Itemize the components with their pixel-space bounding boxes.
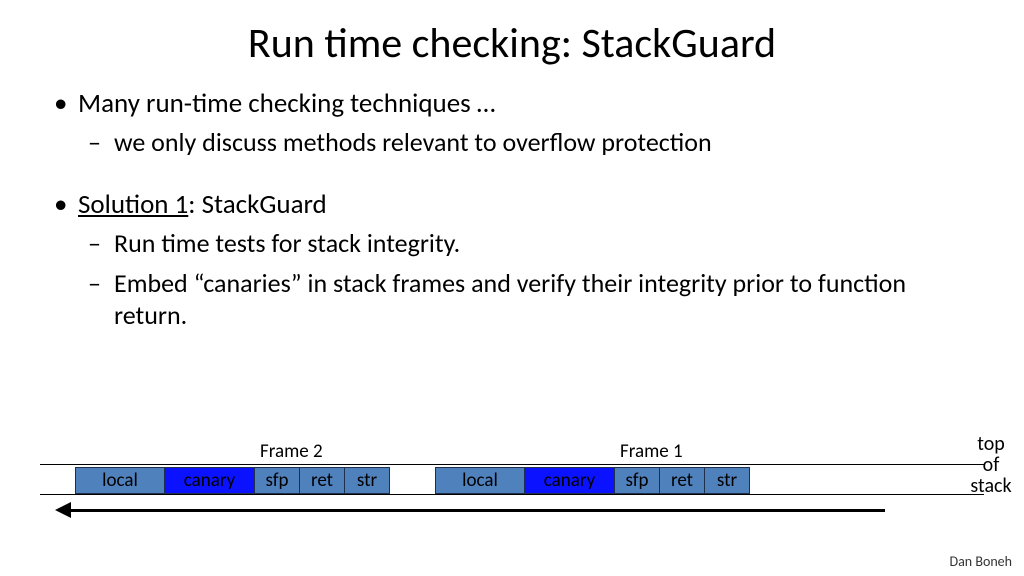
author-credit: Dan Boneh	[949, 553, 1012, 570]
frame2-str: str	[345, 467, 390, 494]
bullet-1: Many run-time checking techniques …	[50, 87, 974, 120]
frame1-ret: ret	[660, 467, 705, 494]
frame2-local: local	[75, 467, 165, 494]
frame2-label: Frame 2	[260, 440, 323, 463]
top-of-stack-label: top of stack	[956, 434, 1024, 497]
frame2-canary: canary	[165, 467, 255, 494]
frame1-label: Frame 1	[620, 440, 683, 463]
bullet-2a: Run time tests for stack integrity.	[88, 227, 974, 259]
frame2-ret: ret	[300, 467, 345, 494]
frame1-sfp: sfp	[615, 467, 660, 494]
frame1-canary: canary	[525, 467, 615, 494]
slide-body: Many run-time checking techniques … we o…	[0, 87, 1024, 331]
frame1-str: str	[705, 467, 750, 494]
stack-rails: local canary sfp ret str local canary sf…	[40, 464, 984, 495]
frame-2: local canary sfp ret str	[75, 467, 390, 494]
frame-1: local canary sfp ret str	[435, 467, 750, 494]
bullet-2-rest: : StackGuard	[188, 188, 326, 221]
stack-diagram: Frame 2 Frame 1 local canary sfp ret str…	[40, 440, 984, 495]
bullet-2-underline: Solution 1	[78, 188, 188, 221]
bullet-1a: we only discuss methods relevant to over…	[88, 126, 974, 158]
bullet-2: Solution 1: StackGuard	[50, 188, 974, 221]
frame1-local: local	[435, 467, 525, 494]
stack-growth-arrow	[55, 500, 885, 520]
bullet-2b: Embed “canaries” in stack frames and ver…	[88, 267, 974, 331]
slide-title: Run time checking: StackGuard	[0, 0, 1024, 87]
frame2-sfp: sfp	[255, 467, 300, 494]
arrow-left-icon	[55, 502, 71, 518]
